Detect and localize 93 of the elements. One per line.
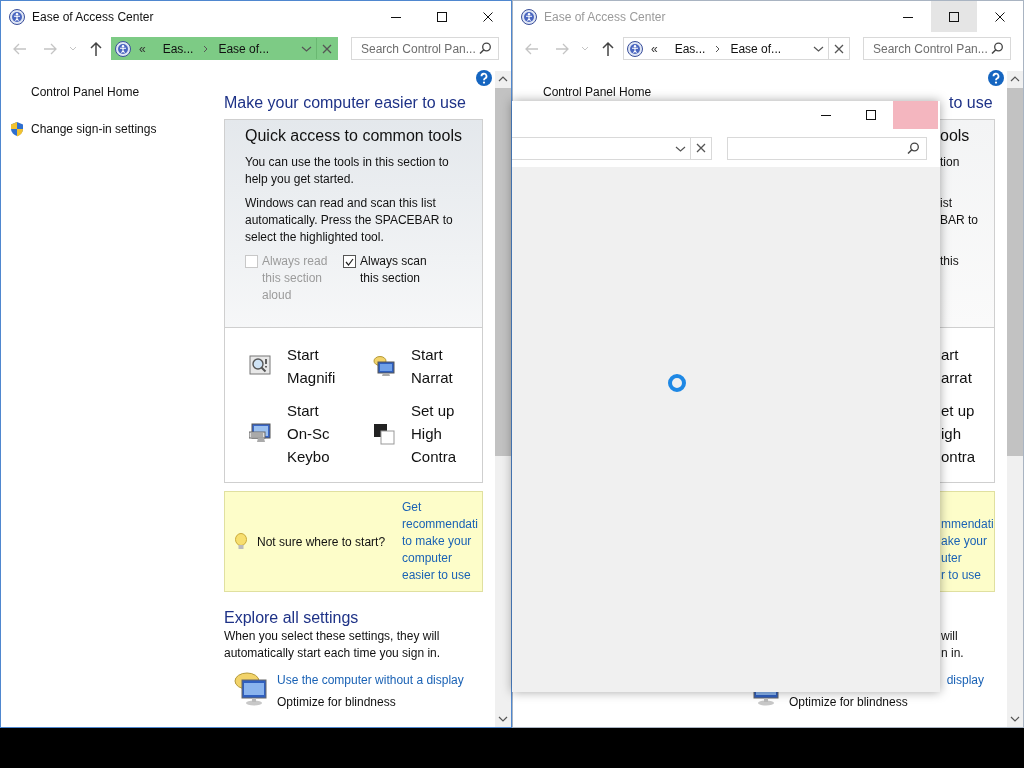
sidebar-link[interactable]: Control Panel Home (543, 85, 652, 99)
tool-link[interactable]: et up (941, 399, 994, 422)
scrollbar[interactable] (495, 71, 511, 727)
chevron-down-icon (812, 44, 824, 53)
breadcrumb[interactable]: Ease of... (730, 41, 782, 56)
description-text: BAR to (940, 212, 979, 229)
chevron-down-icon (300, 44, 312, 53)
panel-title: ools (940, 126, 971, 146)
help-icon (476, 70, 492, 86)
chevron-icon (202, 44, 210, 53)
address-bar[interactable]: « Eas... Ease of... (623, 37, 850, 60)
search-icon (907, 141, 919, 154)
breadcrumb[interactable]: Eas... (162, 41, 194, 56)
description-text: You can use the tools in this section to help you get started. (245, 154, 450, 188)
scroll-up-icon (498, 75, 508, 83)
maximize-icon (437, 11, 447, 22)
lightbulb-icon (235, 533, 247, 550)
help-button[interactable] (476, 70, 492, 86)
monitor-speech-icon (373, 355, 395, 377)
maximize-icon (865, 110, 876, 120)
up-arrow-icon (600, 40, 616, 57)
shield-icon (9, 121, 25, 137)
checkbox-label: Always scan this section (360, 253, 428, 287)
setting-link[interactable]: display (946, 673, 984, 687)
overflow-chevron[interactable]: « (651, 41, 658, 56)
sidebar-link[interactable]: Control Panel Home (31, 85, 140, 99)
search-field[interactable]: Search Control Pan... (863, 37, 1011, 60)
overflow-chevron[interactable]: « (139, 41, 146, 56)
tool-link[interactable]: Start On-Sc Keybo (249, 399, 373, 468)
scroll-down-icon (498, 715, 508, 723)
section-heading: Explore all settings (224, 608, 360, 627)
setting-link[interactable]: Use the computer without a display (277, 673, 464, 687)
help-icon (988, 70, 1004, 86)
tool-link[interactable]: ontra (941, 445, 994, 468)
panel-title: Quick access to common tools (245, 126, 463, 146)
scroll-up-icon (1010, 75, 1020, 83)
up-arrow-icon (88, 40, 104, 57)
window-title: Ease of Access Center (32, 9, 155, 24)
maximize-icon (949, 11, 959, 22)
search-icon (479, 42, 491, 54)
recommendations-link[interactable]: mmendati ake your uter r to use (941, 516, 994, 584)
breadcrumb[interactable]: Ease of... (218, 41, 270, 56)
close-icon (696, 143, 706, 153)
scroll-thumb[interactable] (1007, 88, 1023, 456)
scroll-down-icon (1010, 715, 1020, 723)
checkbox[interactable] (343, 255, 356, 268)
accessibility-icon (115, 40, 131, 57)
scroll-thumb[interactable] (495, 88, 511, 456)
tool-link[interactable]: Start Narrat (373, 343, 482, 389)
maximize-button[interactable] (931, 1, 977, 32)
tool-link[interactable]: Start Magnifi (249, 343, 373, 389)
monitor-speech-icon (234, 672, 268, 706)
sidebar-link[interactable]: Change sign-in settings (31, 122, 157, 136)
caret-icon (69, 45, 77, 52)
window-title: Ease of Access Center (544, 9, 667, 24)
tool-link[interactable]: art (941, 343, 994, 366)
address-bar[interactable]: « Eas... Ease of... (111, 37, 338, 60)
recommendations-link[interactable]: Get recommendati to make your computer easier to use (402, 499, 479, 584)
search-field[interactable]: Search Control Pan... (351, 37, 499, 60)
caret-icon (581, 45, 589, 52)
keyboard-icon (249, 422, 271, 445)
tool-link[interactable]: arrat (941, 366, 994, 389)
checkmark-icon (345, 257, 354, 266)
close-icon (483, 11, 493, 22)
close-icon (322, 43, 332, 54)
search-icon (991, 42, 1003, 54)
setting-description: Optimize for blindness (277, 694, 397, 711)
tool-link[interactable]: igh (941, 422, 994, 445)
description-text: n in. (941, 645, 965, 662)
breadcrumb[interactable]: Eas... (674, 41, 706, 56)
accessibility-icon (9, 8, 25, 25)
section-heading: Make your computer easier to use (224, 93, 467, 112)
description-text: will (941, 628, 959, 645)
tool-link[interactable]: Set up High Contra (373, 399, 482, 468)
accessibility-icon (627, 40, 643, 57)
setting-description: Optimize for blindness (789, 694, 909, 711)
section-heading: to use (948, 93, 994, 112)
description-text: Windows can read and scan this list automatically. Press the SPACEBAR to select the highlighted tool. (245, 195, 454, 246)
description-text: tion (940, 154, 961, 171)
description-text: ist (940, 195, 953, 212)
search-field[interactable] (727, 136, 927, 160)
contrast-icon (373, 422, 395, 445)
magnifier-icon (249, 355, 271, 377)
description-text: When you select these settings, they will automatically start each time you sign in. (224, 628, 442, 662)
help-button[interactable] (988, 70, 1004, 86)
tip-text: Not sure where to start? (257, 534, 387, 549)
close-icon (834, 43, 844, 54)
chevron-icon (714, 44, 722, 53)
close-icon (995, 11, 1005, 22)
checkbox-label: Always read this section aloud (262, 253, 329, 304)
accessibility-icon (521, 8, 537, 25)
scrollbar[interactable] (1007, 71, 1023, 727)
checkbox-label: this (940, 253, 960, 270)
